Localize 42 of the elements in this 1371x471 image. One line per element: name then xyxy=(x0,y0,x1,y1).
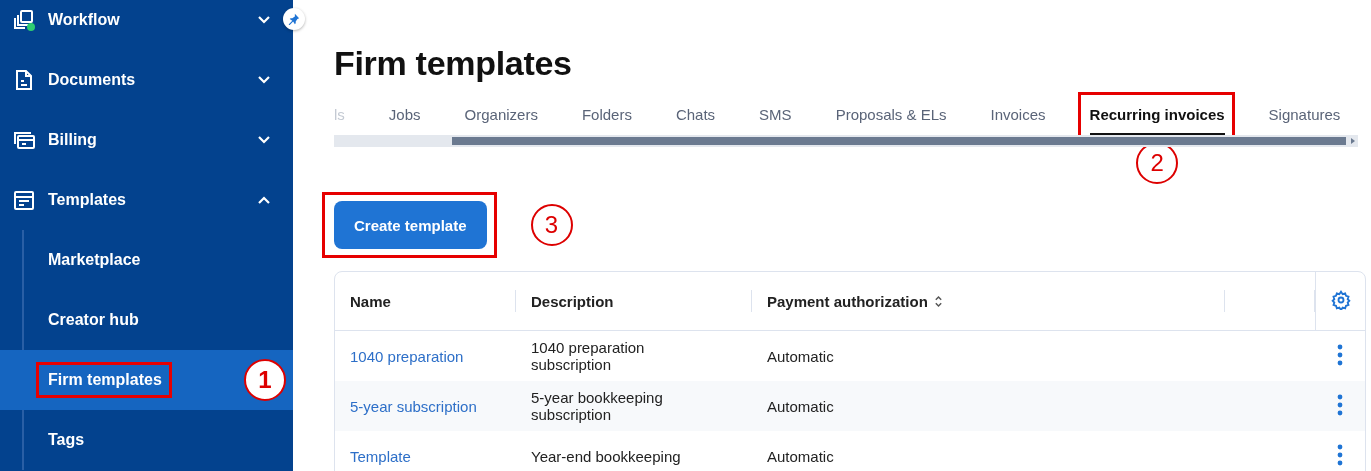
tab[interactable]: Chats xyxy=(675,101,716,135)
table-cell: Automatic xyxy=(767,397,834,415)
table-cell: Year-end bookkeeping xyxy=(531,447,681,465)
template-icon xyxy=(12,188,36,212)
step-number: 1 xyxy=(243,359,286,401)
column-header: Name xyxy=(350,292,391,310)
template-name-link[interactable]: 1040 preparation xyxy=(350,347,464,365)
page-title: Firm templates xyxy=(334,44,573,83)
sidebar-item[interactable]: Marketplace xyxy=(48,251,141,269)
sidebar-item[interactable]: Workflow xyxy=(0,0,293,50)
settings-icon[interactable] xyxy=(1330,289,1351,310)
pin-icon xyxy=(288,13,300,25)
sidebar-item[interactable]: Firm templates xyxy=(48,371,162,389)
column-header[interactable]: Payment authorization xyxy=(767,292,943,310)
sidebar-item[interactable]: Documents xyxy=(0,50,293,110)
column-header: Description xyxy=(531,292,614,310)
tab[interactable]: Invoices xyxy=(990,101,1046,135)
sidebar-item[interactable]: Tags xyxy=(48,431,85,449)
more-options-icon[interactable] xyxy=(1337,393,1344,416)
tab[interactable]: Organizers xyxy=(464,101,538,135)
table-cell: 1040 preparation subscription xyxy=(531,339,645,373)
more-options-icon[interactable] xyxy=(1337,443,1344,466)
tab[interactable]: SMS xyxy=(759,101,792,135)
pin-button[interactable] xyxy=(283,8,305,30)
tab[interactable]: Signatures xyxy=(1268,101,1341,135)
sidebar-item[interactable]: Templates xyxy=(0,170,293,230)
tab[interactable]: Jobs xyxy=(388,101,421,135)
tab[interactable]: Proposals & ELs xyxy=(835,101,947,135)
create-template-button[interactable]: Create template xyxy=(334,201,487,249)
scrollbar[interactable] xyxy=(334,135,1358,147)
scroll-right-icon[interactable] xyxy=(1350,138,1356,144)
step-number: 3 xyxy=(530,204,573,246)
table-cell: 5-year bookkeeping subscription xyxy=(531,389,663,423)
sidebar-item[interactable]: Creator hub xyxy=(48,311,139,329)
sort-icon[interactable] xyxy=(933,294,943,308)
table-cell: Automatic xyxy=(767,447,834,465)
sidebar-item[interactable]: Billing xyxy=(0,110,293,170)
tab[interactable]: Folders xyxy=(581,101,632,135)
workflow-icon xyxy=(12,8,36,32)
more-options-icon[interactable] xyxy=(1337,343,1344,366)
table-cell: Automatic xyxy=(767,347,834,365)
template-name-link[interactable]: Template xyxy=(350,447,411,465)
